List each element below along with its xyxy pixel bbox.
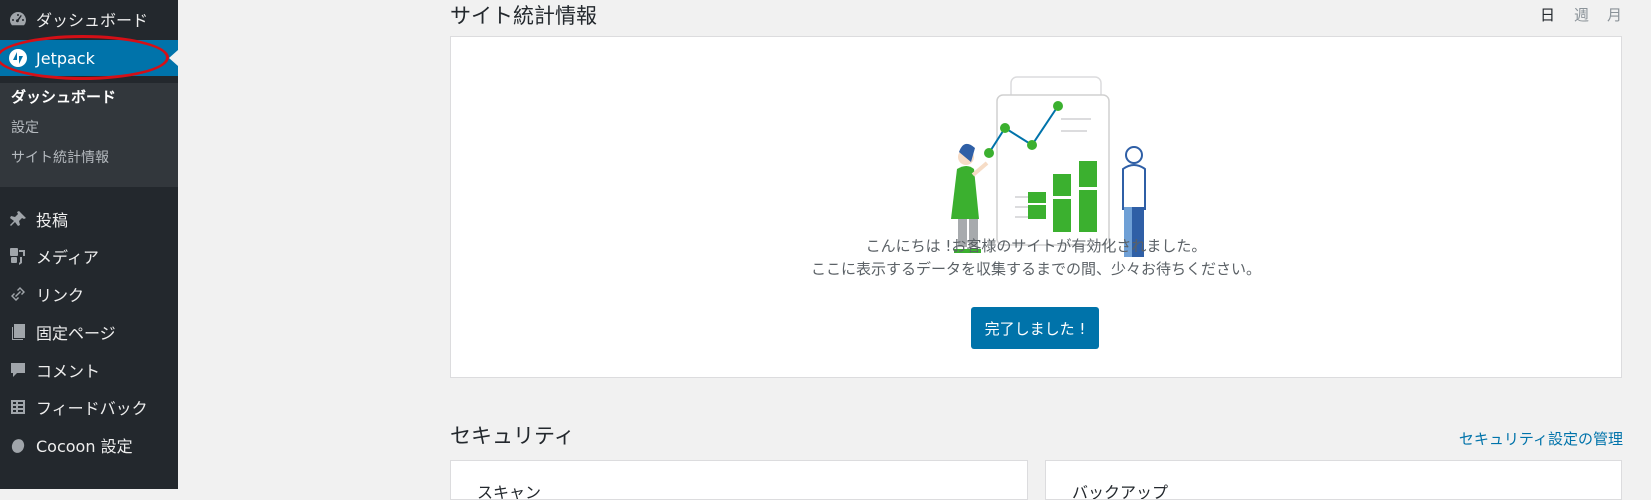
welcome-message-line2: ここに表示するデータを収集するまでの間、少々お待ちください。 (810, 260, 1261, 278)
stats-section-title: サイト統計情報 (450, 4, 597, 28)
sidebar-item-dashboard[interactable]: ダッシュボード (0, 1, 178, 37)
sidebar-item-media[interactable]: メディア (0, 238, 178, 274)
jetpack-submenu: ダッシュボード 設定 サイト統計情報 (0, 83, 178, 187)
scan-card: スキャン (450, 460, 1028, 500)
admin-sidebar: ダッシュボード Jetpack ダッシュボード 設定 サイト統計情報 投稿 メデ… (0, 0, 178, 489)
sidebar-item-label: Cocoon 設定 (36, 437, 133, 456)
backup-card: バックアップ (1045, 460, 1622, 500)
sidebar-item-label: 投稿 (36, 211, 69, 230)
sidebar-item-pages[interactable]: 固定ページ (0, 314, 178, 350)
security-section-title: セキュリティ (450, 424, 575, 448)
sidebar-item-comments[interactable]: コメント (0, 352, 178, 388)
sidebar-item-label: コメント (36, 362, 101, 381)
pin-icon (0, 209, 36, 229)
submenu-item-site-stats[interactable]: サイト統計情報 (11, 147, 109, 167)
sidebar-item-label: メディア (36, 248, 99, 267)
done-button[interactable]: 完了しました ! (971, 307, 1099, 349)
link-icon (0, 284, 36, 304)
period-day-tab[interactable]: 日 (1540, 4, 1555, 25)
welcome-message-line1: こんにちは !お客様のサイトが有効化されました。 (865, 237, 1207, 255)
sidebar-item-posts[interactable]: 投稿 (0, 201, 178, 237)
active-menu-pointer (169, 50, 178, 66)
jetpack-icon (0, 48, 36, 68)
comment-icon (0, 360, 36, 380)
sidebar-item-feedback[interactable]: フィードバック (0, 389, 178, 425)
period-week-tab[interactable]: 週 (1574, 4, 1589, 25)
submenu-item-settings[interactable]: 設定 (11, 117, 39, 137)
dashboard-icon (0, 9, 36, 29)
sidebar-item-label: Jetpack (36, 48, 95, 68)
backup-card-title: バックアップ (1072, 483, 1169, 500)
sidebar-item-cocoon-settings[interactable]: Cocoon 設定 (0, 427, 178, 463)
media-icon (0, 246, 36, 266)
sidebar-item-label: ダッシュボード (36, 11, 149, 30)
cocoon-icon (0, 435, 36, 455)
security-settings-link[interactable]: セキュリティ設定の管理 (1459, 428, 1623, 449)
feedback-icon (0, 397, 36, 417)
sidebar-item-label: 固定ページ (36, 324, 116, 343)
page-icon (0, 322, 36, 342)
submenu-item-dashboard[interactable]: ダッシュボード (11, 86, 116, 107)
sidebar-item-label: フィードバック (36, 399, 148, 418)
sidebar-item-links[interactable]: リンク (0, 276, 178, 312)
sidebar-item-label: リンク (36, 286, 85, 305)
period-month-tab[interactable]: 月 (1607, 4, 1622, 25)
scan-card-title: スキャン (477, 483, 542, 500)
sidebar-item-jetpack[interactable]: Jetpack (0, 40, 178, 76)
